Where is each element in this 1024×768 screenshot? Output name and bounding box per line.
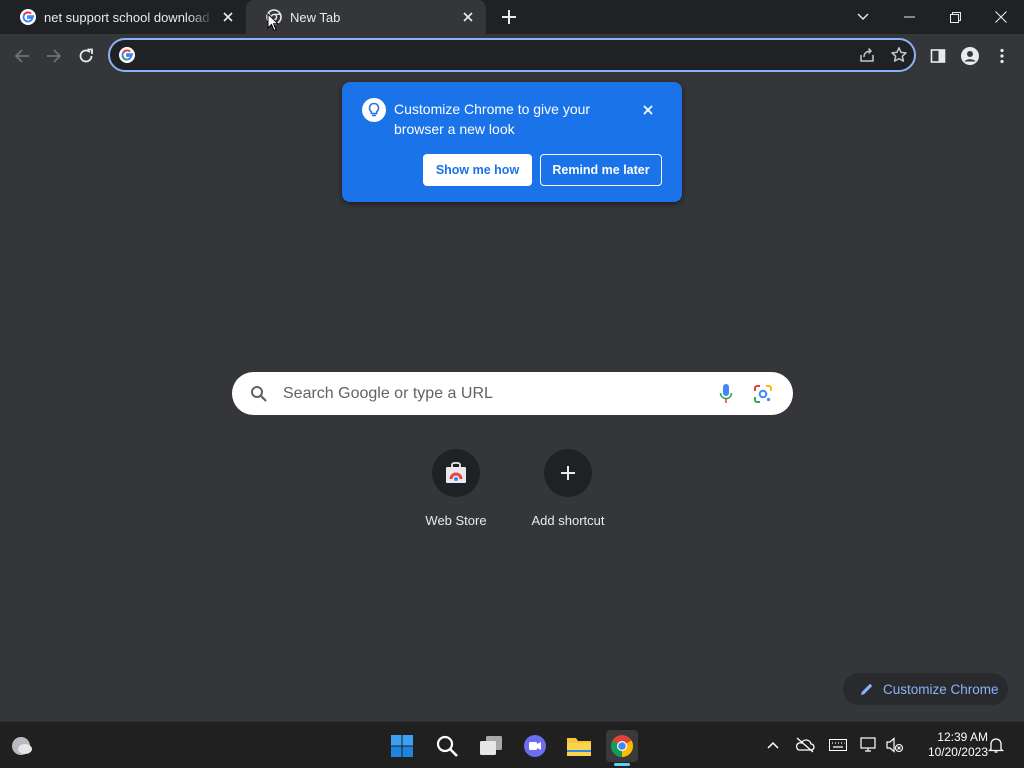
- keyboard-tray-icon[interactable]: [827, 734, 849, 756]
- taskbar-search-button[interactable]: [431, 730, 463, 762]
- mouse-cursor-icon: [267, 13, 279, 32]
- teams-chat-button[interactable]: [519, 730, 551, 762]
- chrome-icon: [611, 735, 633, 757]
- restore-icon: [949, 11, 961, 23]
- clock-time: 12:39 AM: [937, 730, 988, 744]
- shortcut-add[interactable]: Add shortcut: [512, 449, 624, 528]
- chevron-up-icon: [767, 741, 779, 749]
- plus-icon: [561, 466, 575, 480]
- bookmark-star-icon[interactable]: [890, 46, 908, 64]
- onedrive-tray-icon[interactable]: [794, 734, 816, 756]
- side-panel-button[interactable]: [924, 42, 952, 70]
- shortcut-label: Add shortcut: [531, 513, 605, 528]
- address-input[interactable]: [146, 46, 846, 64]
- remind-me-later-button[interactable]: Remind me later: [540, 154, 662, 186]
- google-icon: [119, 47, 135, 63]
- show-hidden-icons-button[interactable]: [762, 734, 784, 756]
- plus-icon: [502, 10, 516, 24]
- chevron-down-icon: [857, 13, 869, 20]
- promo-text: Customize Chrome to give your browser a …: [394, 101, 591, 137]
- cloud-off-icon: [795, 737, 815, 753]
- volume-tray-icon[interactable]: [884, 734, 906, 756]
- search-icon: [436, 735, 458, 757]
- search-placeholder: Search Google or type a URL: [283, 385, 493, 402]
- tab-title: net support school download - Google: [44, 9, 214, 25]
- web-store-icon: [446, 462, 466, 483]
- new-tab-button[interactable]: [498, 6, 520, 28]
- arrow-right-icon: [47, 49, 62, 63]
- side-panel-icon: [930, 49, 946, 63]
- file-explorer-button[interactable]: [563, 730, 595, 762]
- customize-label: Customize Chrome: [883, 681, 999, 697]
- close-tab-icon[interactable]: [220, 9, 236, 25]
- reload-icon: [79, 48, 93, 63]
- shortcut-web-store[interactable]: Web Store: [400, 449, 512, 528]
- system-clock[interactable]: 12:39 AM 10/20/2023: [912, 730, 988, 760]
- lightbulb-icon: [362, 98, 386, 122]
- arrow-left-icon: [14, 49, 29, 63]
- profile-button[interactable]: [956, 42, 984, 70]
- clock-date: 10/20/2023: [927, 745, 988, 759]
- google-lens-icon[interactable]: [753, 384, 773, 404]
- chrome-menu-button[interactable]: [988, 42, 1016, 70]
- reload-button[interactable]: [72, 42, 100, 70]
- share-icon[interactable]: [858, 46, 876, 64]
- microphone-icon[interactable]: [718, 383, 734, 405]
- tab-search-button[interactable]: [840, 0, 886, 34]
- weather-widget[interactable]: [6, 730, 38, 762]
- tab-strip: net support school download - Google New…: [0, 0, 1024, 34]
- close-tab-icon[interactable]: [460, 9, 476, 25]
- keyboard-icon: [829, 739, 847, 751]
- volume-muted-icon: [886, 737, 904, 753]
- address-bar[interactable]: [108, 38, 916, 72]
- pencil-icon: [861, 683, 873, 695]
- notifications-button[interactable]: [985, 734, 1007, 756]
- restore-button[interactable]: [932, 0, 978, 34]
- weather-cloud-icon: [12, 737, 32, 755]
- toolbar: [0, 34, 1024, 77]
- start-icon: [391, 735, 413, 757]
- profile-avatar-icon: [961, 47, 979, 65]
- task-view-button[interactable]: [475, 730, 507, 762]
- network-icon: [860, 737, 876, 752]
- tab-google-search[interactable]: net support school download - Google: [0, 0, 246, 34]
- tab-new-tab[interactable]: New Tab: [246, 0, 486, 34]
- show-me-how-button[interactable]: Show me how: [423, 154, 532, 186]
- chrome-taskbar-button[interactable]: [606, 730, 638, 762]
- teams-chat-icon: [524, 735, 546, 757]
- minimize-button[interactable]: [886, 0, 932, 34]
- more-vertical-icon: [1000, 48, 1004, 64]
- start-button[interactable]: [386, 730, 418, 762]
- file-explorer-icon: [567, 738, 591, 756]
- ntp-search-box[interactable]: Search Google or type a URL: [232, 372, 793, 415]
- windows-taskbar: 12:39 AM 10/20/2023: [0, 721, 1024, 768]
- network-tray-icon[interactable]: [858, 734, 880, 756]
- task-view-icon: [480, 736, 502, 755]
- customize-chrome-button[interactable]: Customize Chrome: [843, 673, 1008, 705]
- close-window-button[interactable]: [978, 0, 1024, 34]
- close-icon: [995, 11, 1007, 23]
- forward-button[interactable]: [40, 42, 68, 70]
- close-icon: [643, 105, 653, 115]
- shortcut-label: Web Store: [425, 513, 487, 528]
- active-app-indicator: [614, 763, 630, 766]
- back-button[interactable]: [8, 42, 36, 70]
- minimize-icon: [903, 16, 915, 18]
- google-icon: [20, 9, 36, 25]
- search-icon: [251, 386, 267, 402]
- tab-title: New Tab: [290, 9, 341, 25]
- bell-icon: [988, 738, 1004, 753]
- close-promo-button[interactable]: [640, 102, 656, 118]
- customize-promo-bubble: Customize Chrome to give your browser a …: [342, 82, 682, 202]
